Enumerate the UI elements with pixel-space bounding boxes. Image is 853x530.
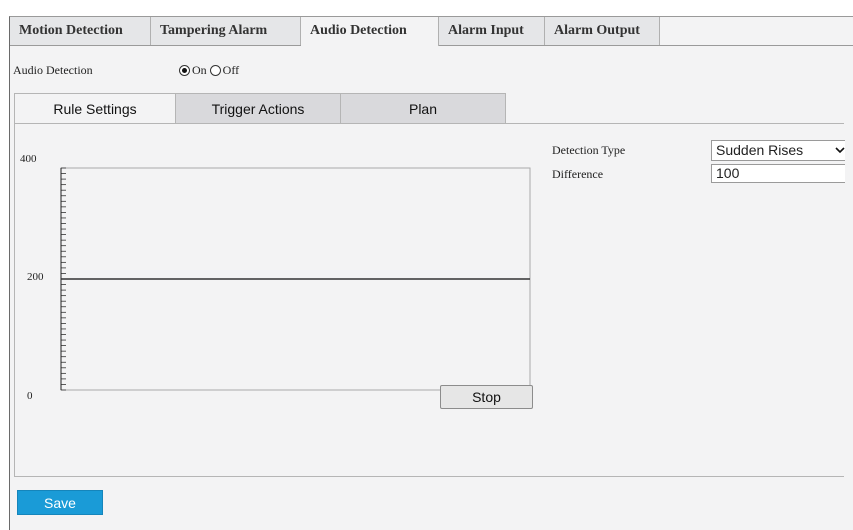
y-min-label: 0 xyxy=(27,390,33,402)
tab-motion-detection[interactable]: Motion Detection xyxy=(10,17,151,45)
audio-detection-label: Audio Detection xyxy=(13,63,93,77)
audio-on-radio[interactable] xyxy=(179,64,190,76)
difference-input[interactable]: 100 xyxy=(711,164,845,183)
y-mid-label: 200 xyxy=(27,271,44,283)
tab-plan[interactable]: Plan xyxy=(340,93,506,124)
detection-type-label: Detection Type xyxy=(552,143,626,157)
audio-on-label: On xyxy=(192,63,207,77)
tab-audio-detection[interactable]: Audio Detection xyxy=(301,17,439,46)
detection-type-value: Sudden Rises xyxy=(716,142,804,158)
save-button[interactable]: Save xyxy=(17,490,103,515)
sub-tab-bar: Rule Settings Trigger Actions Plan xyxy=(14,93,506,124)
detection-type-select[interactable]: Sudden Rises xyxy=(711,140,845,161)
tab-alarm-output[interactable]: Alarm Output xyxy=(545,17,660,45)
audio-detection-radio-group: On Off xyxy=(179,61,242,79)
main-tab-bar: Motion Detection Tampering Alarm Audio D… xyxy=(10,17,853,46)
audio-level-meter xyxy=(60,167,531,391)
stop-button[interactable]: Stop xyxy=(440,385,533,409)
tab-alarm-input[interactable]: Alarm Input xyxy=(439,17,545,45)
chevron-down-icon xyxy=(834,141,845,160)
tab-tampering-alarm[interactable]: Tampering Alarm xyxy=(151,17,301,45)
tab-rule-settings[interactable]: Rule Settings xyxy=(14,93,176,124)
y-max-label: 400 xyxy=(20,153,37,165)
audio-off-label: Off xyxy=(222,63,240,77)
difference-label: Difference xyxy=(552,167,604,181)
rule-settings-panel: 400 200 0 Stop Detection Type Sudden Ris… xyxy=(14,123,845,477)
tab-trigger-actions[interactable]: Trigger Actions xyxy=(175,93,341,124)
audio-off-radio[interactable] xyxy=(209,64,221,76)
